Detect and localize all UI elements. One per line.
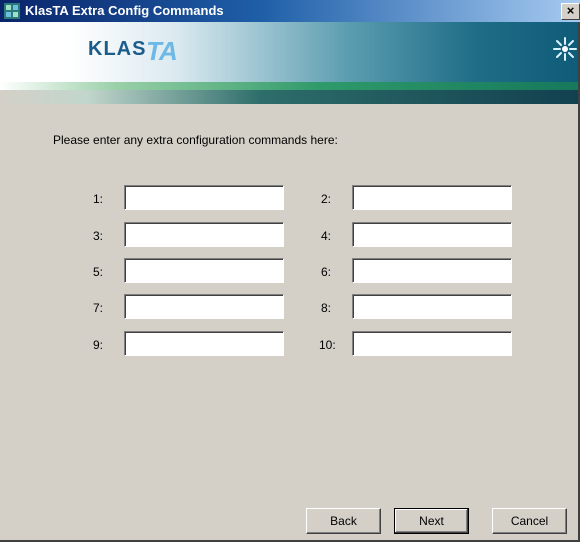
- instruction-text: Please enter any extra configuration com…: [53, 133, 338, 147]
- command-input-2[interactable]: [352, 185, 512, 210]
- logo-ta-text: TA: [146, 36, 178, 66]
- field-label-5: 5:: [93, 265, 104, 279]
- command-input-3[interactable]: [124, 222, 284, 247]
- command-input-8[interactable]: [352, 294, 512, 319]
- field-label-2: 2:: [321, 192, 332, 206]
- command-input-10[interactable]: [352, 331, 512, 356]
- field-label-10: 10:: [319, 338, 336, 352]
- field-label-4: 4:: [321, 229, 332, 243]
- command-input-7[interactable]: [124, 294, 284, 319]
- field-label-7: 7:: [93, 301, 104, 315]
- logo-klas-text: KLAS: [88, 38, 147, 60]
- command-input-9[interactable]: [124, 331, 284, 356]
- banner-stripe-dark: [0, 90, 580, 104]
- banner-stripe-green: [0, 82, 580, 90]
- field-label-3: 3:: [93, 229, 104, 243]
- back-button[interactable]: Back: [306, 508, 381, 534]
- command-input-5[interactable]: [124, 258, 284, 283]
- field-label-9: 9:: [93, 338, 104, 352]
- dialog-window: KlasTA Extra Config Commands × KLAS TA P…: [0, 0, 580, 542]
- command-input-4[interactable]: [352, 222, 512, 247]
- field-label-1: 1:: [93, 192, 104, 206]
- cancel-button[interactable]: Cancel: [492, 508, 567, 534]
- window-title: KlasTA Extra Config Commands: [25, 3, 224, 18]
- app-icon: [4, 3, 20, 19]
- next-button[interactable]: Next: [394, 508, 469, 534]
- sparkle-icon: [553, 37, 577, 61]
- command-input-1[interactable]: [124, 185, 284, 210]
- command-input-6[interactable]: [352, 258, 512, 283]
- field-label-8: 8:: [321, 301, 332, 315]
- header-banner: KLAS TA: [0, 22, 580, 82]
- field-label-6: 6:: [321, 265, 332, 279]
- close-button[interactable]: ×: [561, 3, 580, 20]
- title-bar[interactable]: KlasTA Extra Config Commands ×: [0, 0, 580, 22]
